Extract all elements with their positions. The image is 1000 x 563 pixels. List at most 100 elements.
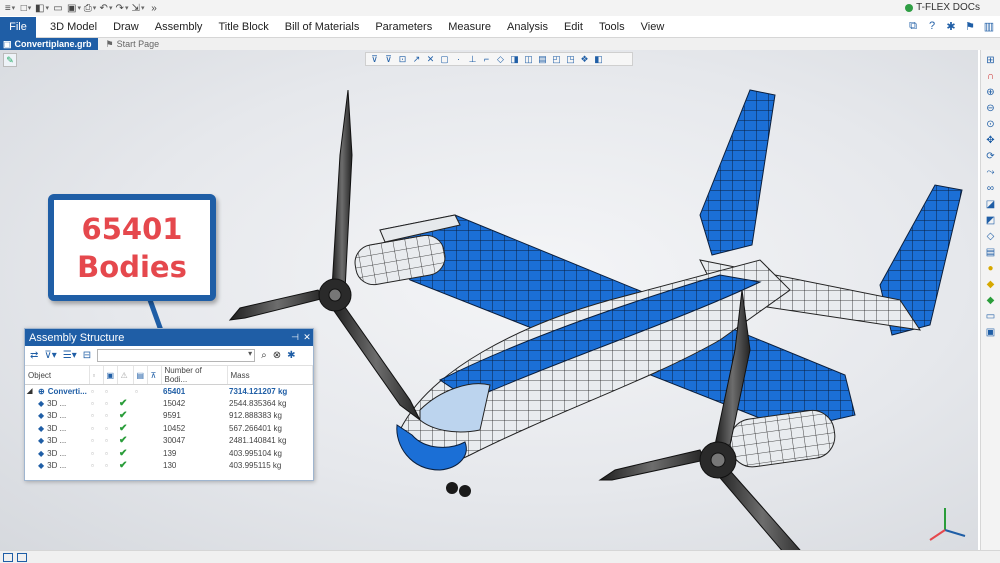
- brand-area[interactable]: T-FLEX DOCs: [905, 2, 980, 13]
- cube-icon[interactable]: ◩: [984, 214, 998, 227]
- redo-icon[interactable]: ↷: [115, 2, 129, 14]
- file-menu-button[interactable]: File: [0, 16, 36, 38]
- tree-icon[interactable]: ⊟: [83, 350, 91, 361]
- magnet-icon[interactable]: ∩: [984, 70, 998, 83]
- window-icon[interactable]: ⧉: [906, 20, 920, 33]
- rotate-icon[interactable]: ⟳: [984, 150, 998, 163]
- row-mass: 912.888383 kg: [229, 411, 282, 421]
- close-icon[interactable]: ✕: [301, 332, 313, 343]
- menu-analysis[interactable]: Analysis: [499, 21, 556, 33]
- refresh-icon[interactable]: ⇄: [30, 350, 38, 361]
- check-icon: ✔: [119, 422, 128, 434]
- row-mass: 403.995115 kg: [229, 461, 282, 471]
- check-icon: ✔: [119, 397, 128, 409]
- menu-icon[interactable]: ≡: [3, 2, 17, 14]
- light-icon[interactable]: ◆: [984, 278, 998, 291]
- panel-icon[interactable]: ▥: [982, 20, 996, 33]
- glasses-icon[interactable]: ∞: [984, 182, 998, 195]
- assembly-structure-panel: Assembly Structure ⊣ ✕ ⇄ ⊽▾ ☰▾ ⊟ ⌕ ⊗ ✱ O…: [24, 328, 314, 481]
- lock-icon: ▫: [135, 386, 138, 396]
- bodies-callout: 65401 Bodies: [48, 194, 216, 301]
- new-model-icon[interactable]: ◧: [35, 2, 49, 14]
- column-number-of-bodies[interactable]: Number of Bodi...: [161, 366, 228, 385]
- color-icon[interactable]: ●: [984, 262, 998, 275]
- more-icon[interactable]: »: [147, 2, 161, 14]
- menu-edit[interactable]: Edit: [556, 21, 591, 33]
- link-icon: ▫: [91, 423, 94, 433]
- table-row[interactable]: ◆ 3D ... ▫ ▫ ✔ 30047 2481.140841 kg: [25, 435, 313, 448]
- layers-icon[interactable]: ▤: [984, 246, 998, 259]
- settings-icon[interactable]: ✱: [944, 20, 958, 33]
- doc-icon: ▫: [105, 461, 108, 471]
- filter-icon[interactable]: ⊽▾: [44, 350, 56, 361]
- table-row[interactable]: ◆ 3D ... ▫ ▫ ✔ 9591 912.888383 kg: [25, 410, 313, 423]
- link-icon: ▫: [91, 386, 94, 396]
- pan-icon[interactable]: ✥: [984, 134, 998, 147]
- export-icon[interactable]: ⇲: [131, 2, 145, 14]
- table-row[interactable]: ◆ 3D ... ▫ ▫ ✔ 10452 567.266401 kg: [25, 422, 313, 435]
- undo-icon[interactable]: ↶: [99, 2, 113, 14]
- table-row[interactable]: ◢ ⊕ Converti... ▫ ▫ ▫ 65401 7314.121207 kg: [25, 385, 313, 398]
- print-icon[interactable]: ⎙: [83, 2, 97, 14]
- material-icon[interactable]: ◆: [984, 294, 998, 307]
- help-icon[interactable]: ?: [925, 20, 939, 33]
- plane-icon[interactable]: ◇: [984, 230, 998, 243]
- menu-assembly[interactable]: Assembly: [147, 21, 211, 33]
- flag-icon[interactable]: ⚑: [963, 20, 977, 33]
- menu-measure[interactable]: Measure: [440, 21, 499, 33]
- column-object[interactable]: Object: [25, 366, 90, 385]
- row-bodies: 65401: [163, 386, 186, 396]
- collapse-icon[interactable]: ◢: [27, 387, 35, 395]
- menu-tools[interactable]: Tools: [591, 21, 633, 33]
- walk-icon[interactable]: ⤳: [984, 166, 998, 179]
- column-mass[interactable]: Mass: [227, 366, 313, 385]
- column-icon-1[interactable]: ▫: [89, 366, 104, 385]
- camera-icon[interactable]: ▣: [984, 326, 998, 339]
- section-icon[interactable]: ◪: [984, 198, 998, 211]
- status-panel-icon[interactable]: [3, 552, 13, 562]
- menu-draw[interactable]: Draw: [105, 21, 147, 33]
- new-file-icon[interactable]: □: [19, 2, 33, 14]
- table-row[interactable]: ◆ 3D ... ▫ ▫ ✔ 15042 2544.835364 kg: [25, 397, 313, 410]
- menu-title-block[interactable]: Title Block: [210, 21, 276, 33]
- menu-parameters[interactable]: Parameters: [367, 21, 440, 33]
- assembly-icon: ⊕: [38, 386, 45, 396]
- tab-convertiplane[interactable]: ▣ Convertiplane.grb: [0, 38, 98, 50]
- status-layout-icon[interactable]: [17, 552, 27, 562]
- tab-start-page[interactable]: ⚑ Start Page: [98, 38, 168, 50]
- options-icon[interactable]: ✱: [287, 350, 295, 361]
- open-icon[interactable]: ▭: [51, 2, 65, 14]
- menu-bill-of-materials[interactable]: Bill of Materials: [277, 21, 368, 33]
- zoom-in-icon[interactable]: ⊕: [984, 86, 998, 99]
- tail-fin-left: [699, 89, 776, 256]
- column-icon-5[interactable]: ⊼: [147, 366, 162, 385]
- column-icon-3[interactable]: ⚠: [117, 366, 134, 385]
- check-icon: ✔: [119, 447, 128, 459]
- clear-icon[interactable]: ⊗: [273, 350, 281, 361]
- menu-3d-model[interactable]: 3D Model: [42, 21, 105, 33]
- document-icon: ▣: [3, 38, 12, 49]
- axis-triad: [929, 508, 966, 541]
- row-name: 3D ...: [47, 398, 67, 408]
- column-icon-4[interactable]: ▤: [133, 366, 148, 385]
- render-icon[interactable]: ▭: [984, 310, 998, 323]
- table-row[interactable]: ◆ 3D ... ▫ ▫ ✔ 130 403.995115 kg: [25, 460, 313, 473]
- search-input[interactable]: [97, 349, 256, 362]
- view-cube-icon[interactable]: ⊞: [984, 54, 998, 67]
- column-icon-2[interactable]: ▣: [103, 366, 118, 385]
- save-icon[interactable]: ▣: [67, 2, 81, 14]
- right-toolbar: ⊞ ∩ ⊕ ⊖ ⊙ ✥ ⟳ ⤳ ∞ ◪ ◩ ◇ ▤ ● ◆ ◆ ▭ ▣: [980, 50, 1000, 550]
- doc-icon: ▫: [105, 398, 108, 408]
- part-icon: ◆: [38, 436, 45, 446]
- row-mass: 2481.140841 kg: [229, 436, 287, 446]
- columns-icon[interactable]: ☰▾: [63, 350, 77, 361]
- search-icon[interactable]: ⌕: [261, 350, 267, 361]
- pin-icon[interactable]: ⊣: [289, 332, 301, 343]
- menu-view[interactable]: View: [633, 21, 673, 33]
- zoom-fit-icon[interactable]: ⊙: [984, 118, 998, 131]
- row-bodies: 139: [163, 448, 177, 458]
- link-icon: ▫: [91, 461, 94, 471]
- table-row[interactable]: ◆ 3D ... ▫ ▫ ✔ 139 403.995104 kg: [25, 447, 313, 460]
- zoom-out-icon[interactable]: ⊖: [984, 102, 998, 115]
- row-mass: 403.995104 kg: [229, 448, 282, 458]
